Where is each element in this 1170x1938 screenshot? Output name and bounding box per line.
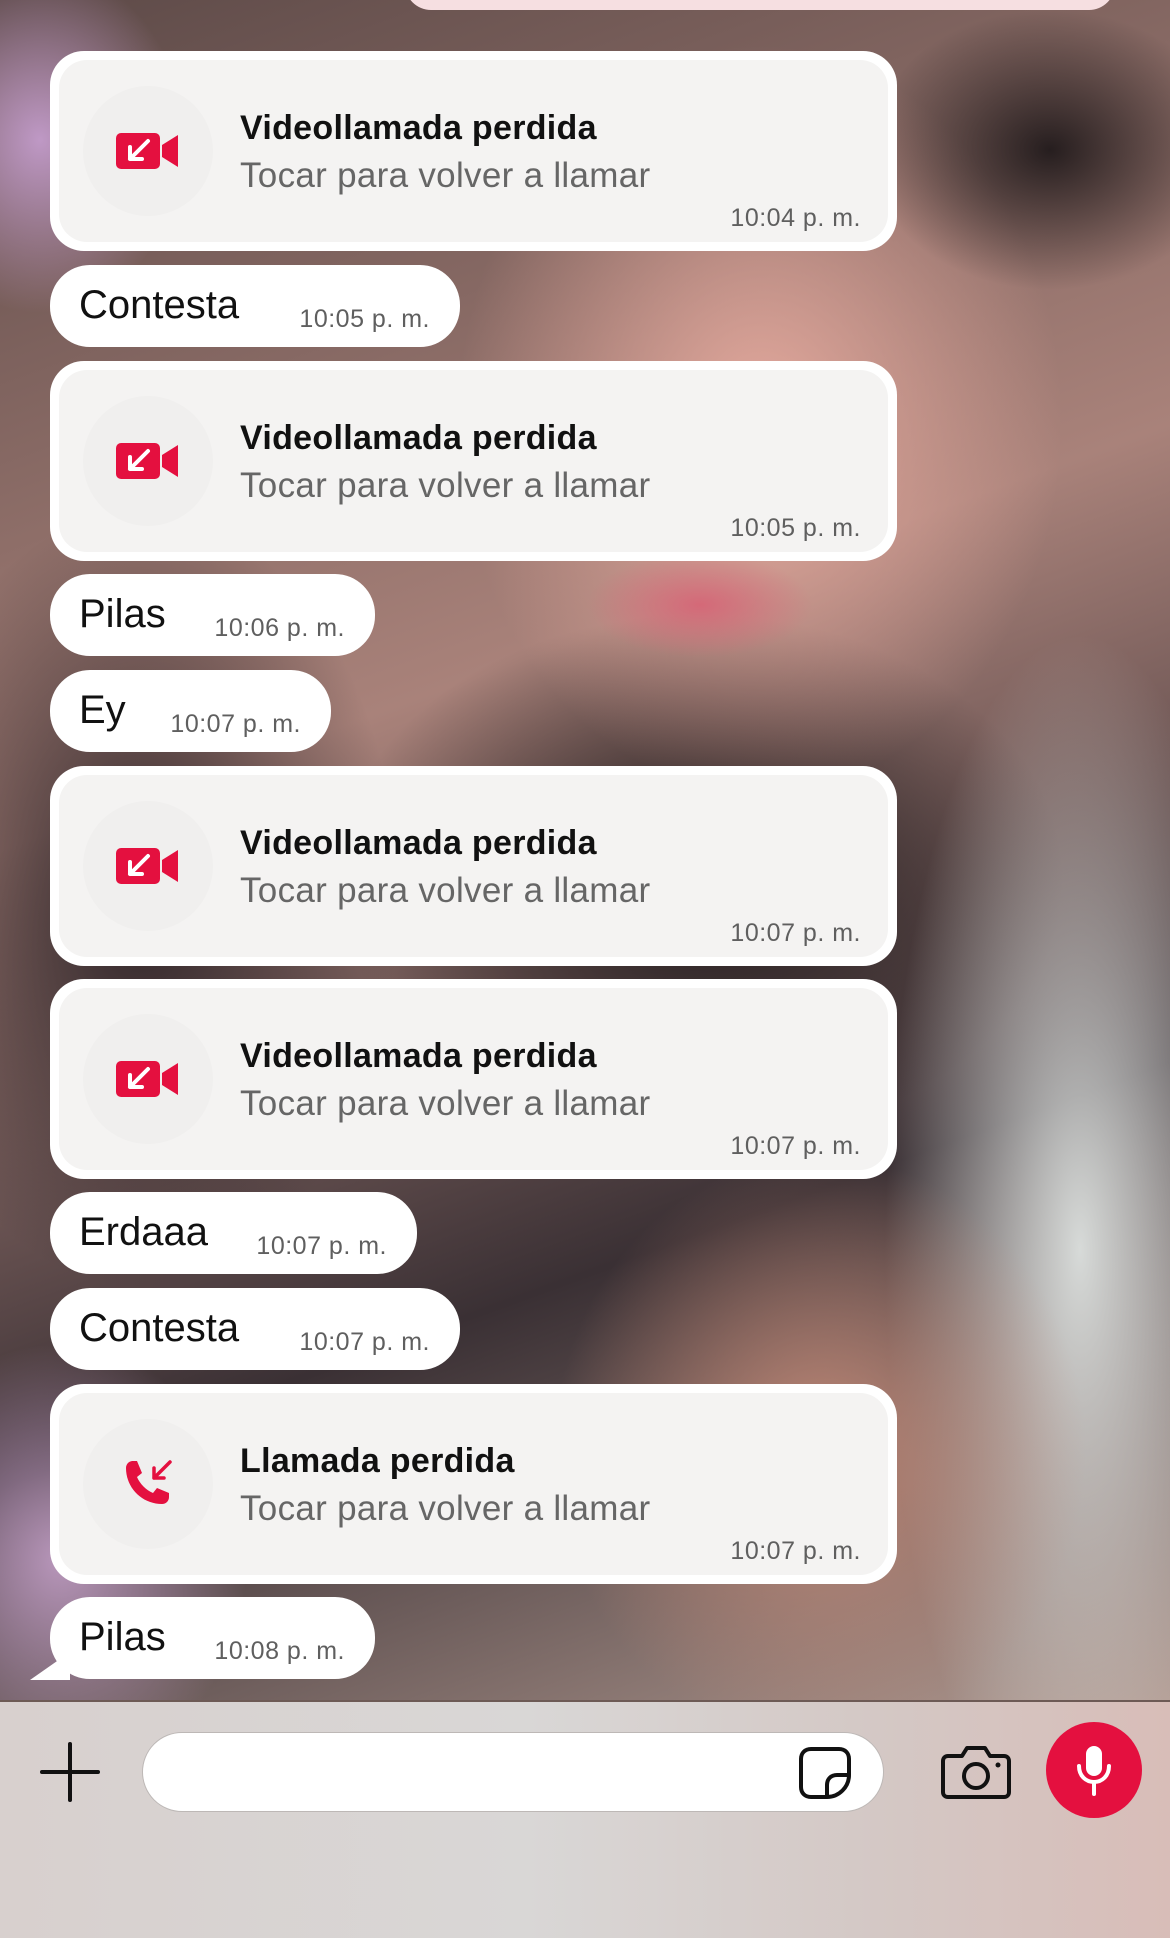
missed-voice-call-message[interactable]: Llamada perdida Tocar para volver a llam… (50, 1384, 897, 1584)
message-text: Erdaaa (79, 1210, 208, 1254)
sticker-icon[interactable] (797, 1745, 853, 1801)
message-time: 10:08 p. m. (214, 1637, 345, 1665)
call-card[interactable]: Videollamada perdida Tocar para volver a… (59, 60, 888, 242)
text-message[interactable]: Ey 10:07 p. m. (50, 670, 331, 752)
call-card[interactable]: Videollamada perdida Tocar para volver a… (59, 988, 888, 1170)
call-title: Videollamada perdida (240, 824, 597, 862)
missed-video-call-message[interactable]: Videollamada perdida Tocar para volver a… (50, 361, 897, 561)
plus-icon[interactable] (40, 1742, 100, 1802)
message-time: 10:07 p. m. (299, 1328, 430, 1356)
message-text: Contesta (79, 283, 240, 327)
microphone-button[interactable] (1046, 1722, 1142, 1818)
missed-video-call-icon (83, 86, 213, 216)
message-time: 10:07 p. m. (730, 1537, 861, 1565)
call-title: Llamada perdida (240, 1442, 515, 1480)
call-card[interactable]: Videollamada perdida Tocar para volver a… (59, 775, 888, 957)
message-text: Contesta (79, 1306, 240, 1350)
call-title: Videollamada perdida (240, 419, 597, 457)
text-message[interactable]: Erdaaa 10:07 p. m. (50, 1192, 417, 1274)
text-message[interactable]: Pilas 10:06 p. m. (50, 574, 375, 656)
message-time: 10:07 p. m. (170, 710, 301, 738)
missed-voice-call-icon (83, 1419, 213, 1549)
missed-video-call-icon (83, 801, 213, 931)
call-subtitle: Tocar para volver a llamar (240, 466, 651, 505)
missed-video-call-icon (83, 396, 213, 526)
message-time: 10:07 p. m. (730, 919, 861, 947)
missed-video-call-icon (83, 1014, 213, 1144)
message-text-field[interactable] (173, 1743, 777, 1803)
message-time: 10:04 p. m. (730, 204, 861, 232)
call-title: Videollamada perdida (240, 109, 597, 147)
call-subtitle: Tocar para volver a llamar (240, 1084, 651, 1123)
missed-video-call-message[interactable]: Videollamada perdida Tocar para volver a… (50, 979, 897, 1179)
message-text: Pilas (79, 1615, 166, 1659)
missed-video-call-message[interactable]: Videollamada perdida Tocar para volver a… (50, 766, 897, 966)
call-subtitle: Tocar para volver a llamar (240, 156, 651, 195)
missed-video-call-message[interactable]: Videollamada perdida Tocar para volver a… (50, 51, 897, 251)
message-list: Videollamada perdida Tocar para volver a… (0, 0, 1170, 1700)
call-subtitle: Tocar para volver a llamar (240, 871, 651, 910)
call-title: Videollamada perdida (240, 1037, 597, 1075)
text-message[interactable]: Contesta 10:05 p. m. (50, 265, 460, 347)
text-message[interactable]: Contesta 10:07 p. m. (50, 1288, 460, 1370)
text-message[interactable]: Pilas 10:08 p. m. (50, 1597, 375, 1679)
message-composer (0, 1702, 1170, 1938)
message-text: Ey (79, 688, 126, 732)
call-card[interactable]: Videollamada perdida Tocar para volver a… (59, 370, 888, 552)
call-card[interactable]: Llamada perdida Tocar para volver a llam… (59, 1393, 888, 1575)
message-time: 10:05 p. m. (730, 514, 861, 542)
message-time: 10:06 p. m. (214, 614, 345, 642)
message-time: 10:05 p. m. (299, 305, 430, 333)
camera-icon[interactable] (940, 1744, 1012, 1800)
microphone-icon (1077, 1746, 1111, 1796)
message-input[interactable] (142, 1732, 884, 1812)
message-time: 10:07 p. m. (730, 1132, 861, 1160)
message-time: 10:07 p. m. (256, 1232, 387, 1260)
message-text: Pilas (79, 592, 166, 636)
call-subtitle: Tocar para volver a llamar (240, 1489, 651, 1528)
